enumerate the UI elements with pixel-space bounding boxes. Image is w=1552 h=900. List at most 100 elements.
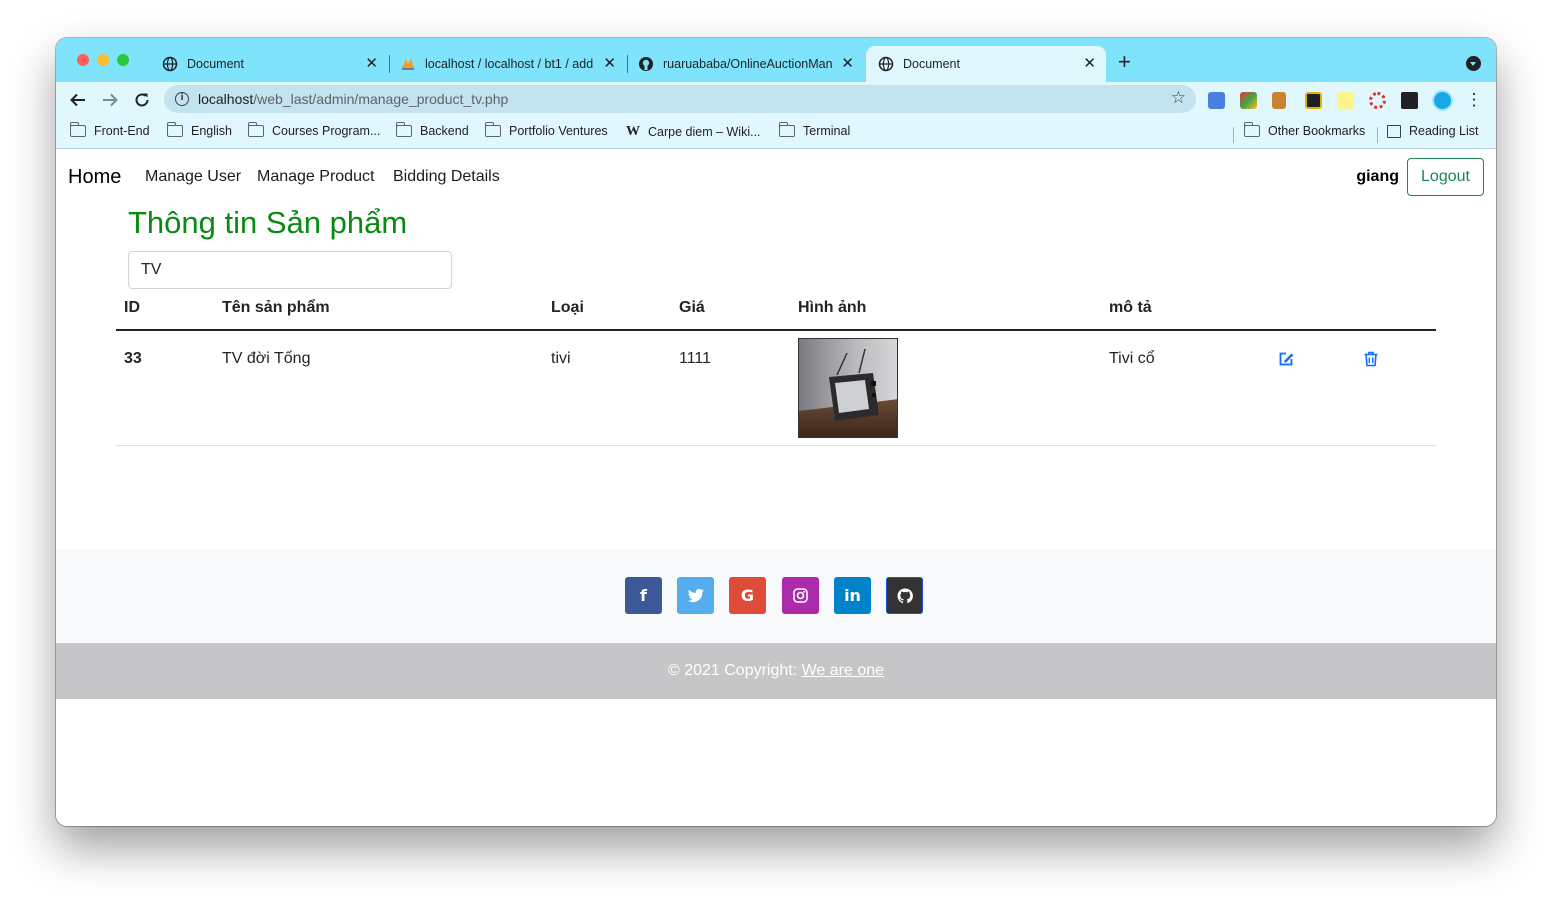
trash-icon <box>1364 351 1378 367</box>
bookmark-label: Courses Program... <box>272 124 381 138</box>
column-header-image: Hình ảnh <box>798 299 867 316</box>
page-content: Home Manage User Manage Product Bidding … <box>56 149 1496 826</box>
red-circle-extension-icon[interactable] <box>1369 92 1386 109</box>
bookmark-terminal[interactable]: Terminal <box>778 122 851 138</box>
edit-button[interactable] <box>1277 350 1295 368</box>
back-button[interactable] <box>66 88 90 112</box>
tab-title: localhost / localhost / bt1 / add <box>425 57 594 71</box>
nav-manage-user[interactable]: Manage User <box>145 168 241 186</box>
current-user: giang <box>1356 168 1399 185</box>
reading-list[interactable]: Reading List <box>1387 124 1479 138</box>
instagram-button[interactable] <box>782 577 819 614</box>
other-bookmarks-label: Other Bookmarks <box>1268 124 1366 138</box>
tab-title: Document <box>903 57 960 71</box>
cell-id: 33 <box>124 350 142 367</box>
cell-name: TV đời Tống <box>222 350 311 367</box>
product-image <box>798 338 898 438</box>
tab-phpmyadmin[interactable]: localhost / localhost / bt1 / add ✕ <box>390 46 626 82</box>
github-button[interactable] <box>886 577 923 614</box>
minimize-window-button[interactable] <box>97 54 109 66</box>
bookmark-portfolio[interactable]: Portfolio Ventures <box>484 122 608 138</box>
tab-document-1[interactable]: Document ✕ <box>152 46 388 82</box>
arrow-right-icon <box>103 93 118 107</box>
bookmark-label: Carpe diem – Wiki... <box>648 125 761 139</box>
url-text[interactable]: localhost/web_last/admin/manage_product_… <box>198 91 508 107</box>
folder-icon <box>69 122 86 137</box>
site-info-icon[interactable]: i <box>175 92 189 106</box>
bookmarks-bar: Front-End English Courses Program... Bac… <box>56 118 1496 149</box>
nav-home-link[interactable]: Home <box>68 166 121 189</box>
folder-icon <box>166 122 183 137</box>
bookmark-label: Portfolio Ventures <box>509 124 608 138</box>
browser-window: Document ✕ localhost / localhost / bt1 /… <box>56 38 1496 826</box>
new-tab-button[interactable]: + <box>1118 51 1131 73</box>
cell-price: 1111 <box>679 350 712 367</box>
column-header-description: mô tả <box>1109 299 1152 316</box>
tab-close-icon[interactable]: ✕ <box>603 56 616 72</box>
delete-button[interactable] <box>1362 350 1380 368</box>
tab-search-icon[interactable] <box>1466 56 1481 71</box>
page-title: Thông tin Sản phẩm <box>128 205 408 240</box>
copyright-text: © 2021 Copyright: <box>667 662 802 679</box>
sticky-note-extension-icon[interactable] <box>1337 92 1354 109</box>
reading-list-icon <box>1387 124 1401 138</box>
bookmark-english[interactable]: English <box>166 122 232 138</box>
column-header-name: Tên sản phẩm <box>222 299 330 316</box>
bookmark-backend[interactable]: Backend <box>395 122 469 138</box>
cell-type: tivi <box>551 350 571 367</box>
facebook-button[interactable]: f <box>625 577 662 614</box>
profile-avatar-icon[interactable] <box>1432 90 1453 111</box>
reading-list-label: Reading List <box>1409 124 1479 138</box>
hammer-extension-icon[interactable] <box>1272 92 1286 109</box>
bookmark-star-icon[interactable]: ☆ <box>1171 88 1186 108</box>
footer-social-section: f G in <box>56 549 1496 643</box>
tab-title: ruaruababa/OnlineAuctionMan <box>663 57 833 71</box>
tab-github[interactable]: ruaruababa/OnlineAuctionMan ✕ <box>628 46 864 82</box>
google-button[interactable]: G <box>729 577 766 614</box>
copyright-link[interactable]: We are one <box>802 662 884 679</box>
bookmark-separator <box>1377 127 1378 143</box>
google-translate-extension-icon[interactable] <box>1208 92 1225 109</box>
search-input[interactable] <box>128 251 452 289</box>
table-header-divider <box>116 329 1436 331</box>
edit-icon <box>1279 352 1294 366</box>
close-window-button[interactable] <box>77 54 89 66</box>
arrow-left-icon <box>70 93 85 107</box>
tab-close-icon[interactable]: ✕ <box>841 56 854 72</box>
tab-strip: Document ✕ localhost / localhost / bt1 /… <box>56 38 1496 82</box>
other-bookmarks[interactable]: Other Bookmarks <box>1243 122 1366 138</box>
instagram-icon <box>793 588 808 603</box>
tab-document-active[interactable]: Document ✕ <box>866 46 1106 82</box>
twitter-button[interactable] <box>677 577 714 614</box>
bookmark-separator <box>1233 127 1234 143</box>
browser-menu-icon[interactable]: ⋮ <box>1462 88 1486 112</box>
vintage-tv-photo <box>799 339 897 437</box>
reload-button[interactable] <box>130 88 154 112</box>
logout-button[interactable]: Logout <box>1407 158 1484 196</box>
maximize-window-button[interactable] <box>117 54 129 66</box>
column-header-price: Giá <box>679 299 705 316</box>
address-bar[interactable]: i localhost/web_last/admin/manage_produc… <box>164 85 1196 113</box>
reload-icon <box>135 93 149 107</box>
tab-close-icon[interactable]: ✕ <box>365 56 378 72</box>
forward-button[interactable] <box>98 88 122 112</box>
bookmark-front-end[interactable]: Front-End <box>69 122 150 138</box>
linkedin-button[interactable]: in <box>834 577 871 614</box>
footer-copyright: © 2021 Copyright: We are one <box>56 643 1496 699</box>
bookmark-courses[interactable]: Courses Program... <box>247 122 381 138</box>
bookmark-carpe-diem[interactable]: W Carpe diem – Wiki... <box>626 124 761 140</box>
cell-description: Tivi cổ <box>1109 350 1155 367</box>
tab-close-icon[interactable]: ✕ <box>1083 56 1096 72</box>
folder-icon <box>778 122 795 137</box>
puzzle-extensions-icon[interactable] <box>1401 92 1418 109</box>
phpmyadmin-icon <box>402 58 414 70</box>
binance-extension-icon[interactable] <box>1305 92 1322 109</box>
folder-icon <box>395 122 412 137</box>
bookmark-label: Terminal <box>803 124 851 138</box>
folder-icon <box>1243 122 1260 137</box>
nav-bidding-details[interactable]: Bidding Details <box>393 168 500 186</box>
color-picker-extension-icon[interactable] <box>1240 92 1257 109</box>
browser-toolbar: i localhost/web_last/admin/manage_produc… <box>56 82 1496 118</box>
column-header-id: ID <box>124 299 140 316</box>
nav-manage-product[interactable]: Manage Product <box>257 168 374 186</box>
